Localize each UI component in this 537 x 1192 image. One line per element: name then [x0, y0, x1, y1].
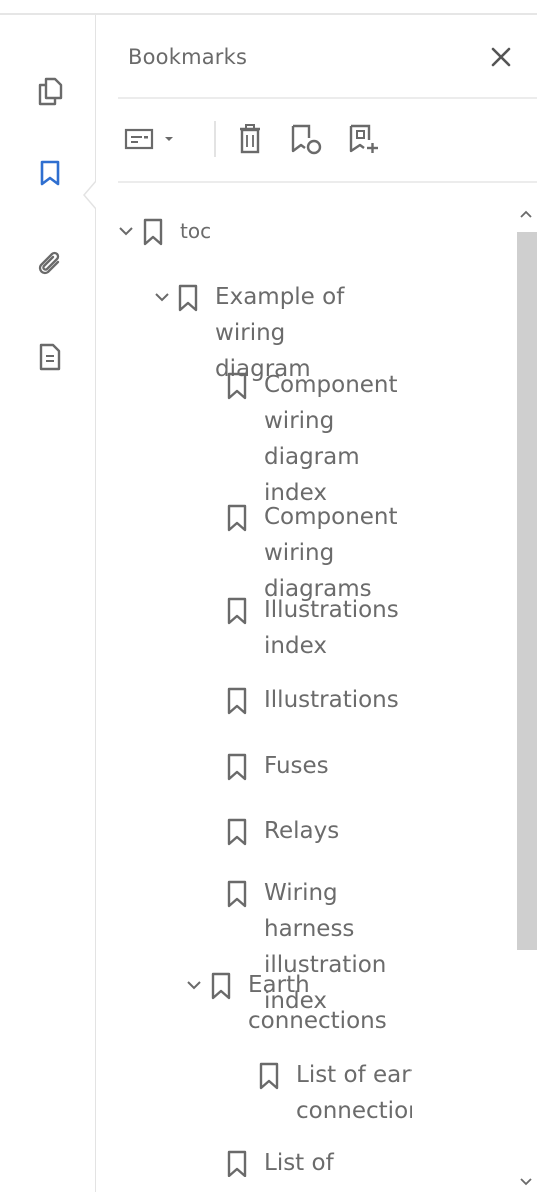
bookmark-node-list-of[interactable]: List of: [226, 1145, 334, 1177]
bookmark-icon: [227, 753, 247, 781]
bookmark-node-earth-connections[interactable]: Earth connections: [184, 967, 387, 1039]
bookmark-icon: [227, 597, 247, 625]
bookmark-node-illustrations-index[interactable]: Illustrations index: [226, 592, 399, 664]
bookmark-icon: [227, 880, 247, 908]
options-menu-button[interactable]: [124, 117, 194, 161]
bookmark-icon: [227, 504, 247, 532]
scroll-down-arrow-icon[interactable]: [518, 1174, 534, 1190]
bookmark-tree: toc Example of wiring diagram Component wi…: [0, 185, 412, 1177]
new-bookmark-icon: [291, 124, 322, 155]
expand-toggle[interactable]: [184, 975, 204, 995]
bookmark-icon: [211, 972, 231, 1000]
bookmark-icon: [227, 372, 247, 400]
bookmark-label: Earth connections: [248, 972, 387, 1034]
bookmark-label: Illustrations index: [264, 597, 399, 659]
chevron-down-icon: [154, 293, 169, 302]
new-bookmark-button[interactable]: [286, 117, 326, 161]
bookmark-node-illustrations[interactable]: Illustrations: [226, 682, 399, 718]
bookmark-icon: [143, 218, 163, 246]
bookmark-label: Relays: [264, 818, 340, 844]
bookmark-icon: [259, 1062, 279, 1090]
bookmark-label: Illustrations: [264, 687, 399, 713]
bookmarks-toolbar: [118, 115, 518, 163]
scrollbar-thumb[interactable]: [517, 232, 537, 950]
toolbar-separator: [214, 121, 216, 157]
chevron-down-icon: [187, 981, 201, 990]
bookmark-label: Component wiring diagram index: [264, 372, 398, 506]
delete-bookmark-icon: [240, 124, 260, 154]
bookmark-node-toc[interactable]: toc: [116, 213, 211, 249]
bookmark-node-relays[interactable]: Relays: [226, 813, 339, 849]
bookmark-node-fuses[interactable]: Fuses: [226, 748, 329, 784]
page-thumbnails-icon[interactable]: [30, 69, 70, 113]
vertical-scrollbar[interactable]: [514, 198, 537, 1192]
close-panel-button[interactable]: [483, 39, 519, 75]
close-icon: [491, 47, 511, 67]
header-divider: [118, 97, 537, 99]
bookmark-node-list-of-earth-connections[interactable]: List of earthconnections: [258, 1057, 412, 1129]
bookmark-icon: [227, 687, 247, 715]
toolbar-divider: [118, 181, 537, 183]
new-bookmark-from-structure-icon: [349, 124, 378, 153]
chevron-down-icon: [165, 137, 173, 141]
delete-bookmark-button[interactable]: [230, 117, 270, 161]
bookmark-label: List of: [264, 1150, 334, 1176]
bookmark-label: List of earthconnections: [296, 1062, 412, 1124]
bookmark-label: toc: [180, 219, 212, 243]
bookmark-icon: [178, 284, 198, 312]
bookmark-node-component-wiring-diagrams[interactable]: Component wiring diagrams: [226, 499, 412, 607]
bookmark-label: Fuses: [264, 753, 329, 779]
bookmark-node-component-wiring-diagram-index[interactable]: Component wiring diagram index: [226, 367, 412, 511]
scroll-up-arrow-icon[interactable]: [518, 206, 534, 222]
new-bookmark-from-structure-button[interactable]: [344, 117, 384, 161]
bookmark-icon: [227, 818, 247, 846]
chevron-down-icon: [119, 227, 133, 236]
expand-toggle[interactable]: [116, 221, 136, 241]
options-icon: [124, 128, 154, 150]
panel-title: Bookmarks: [128, 45, 248, 69]
window-top-edge: [0, 0, 537, 15]
bookmark-icon: [227, 1150, 247, 1177]
expand-toggle[interactable]: [152, 287, 171, 307]
bookmark-label: Component wiring diagrams: [264, 504, 398, 602]
